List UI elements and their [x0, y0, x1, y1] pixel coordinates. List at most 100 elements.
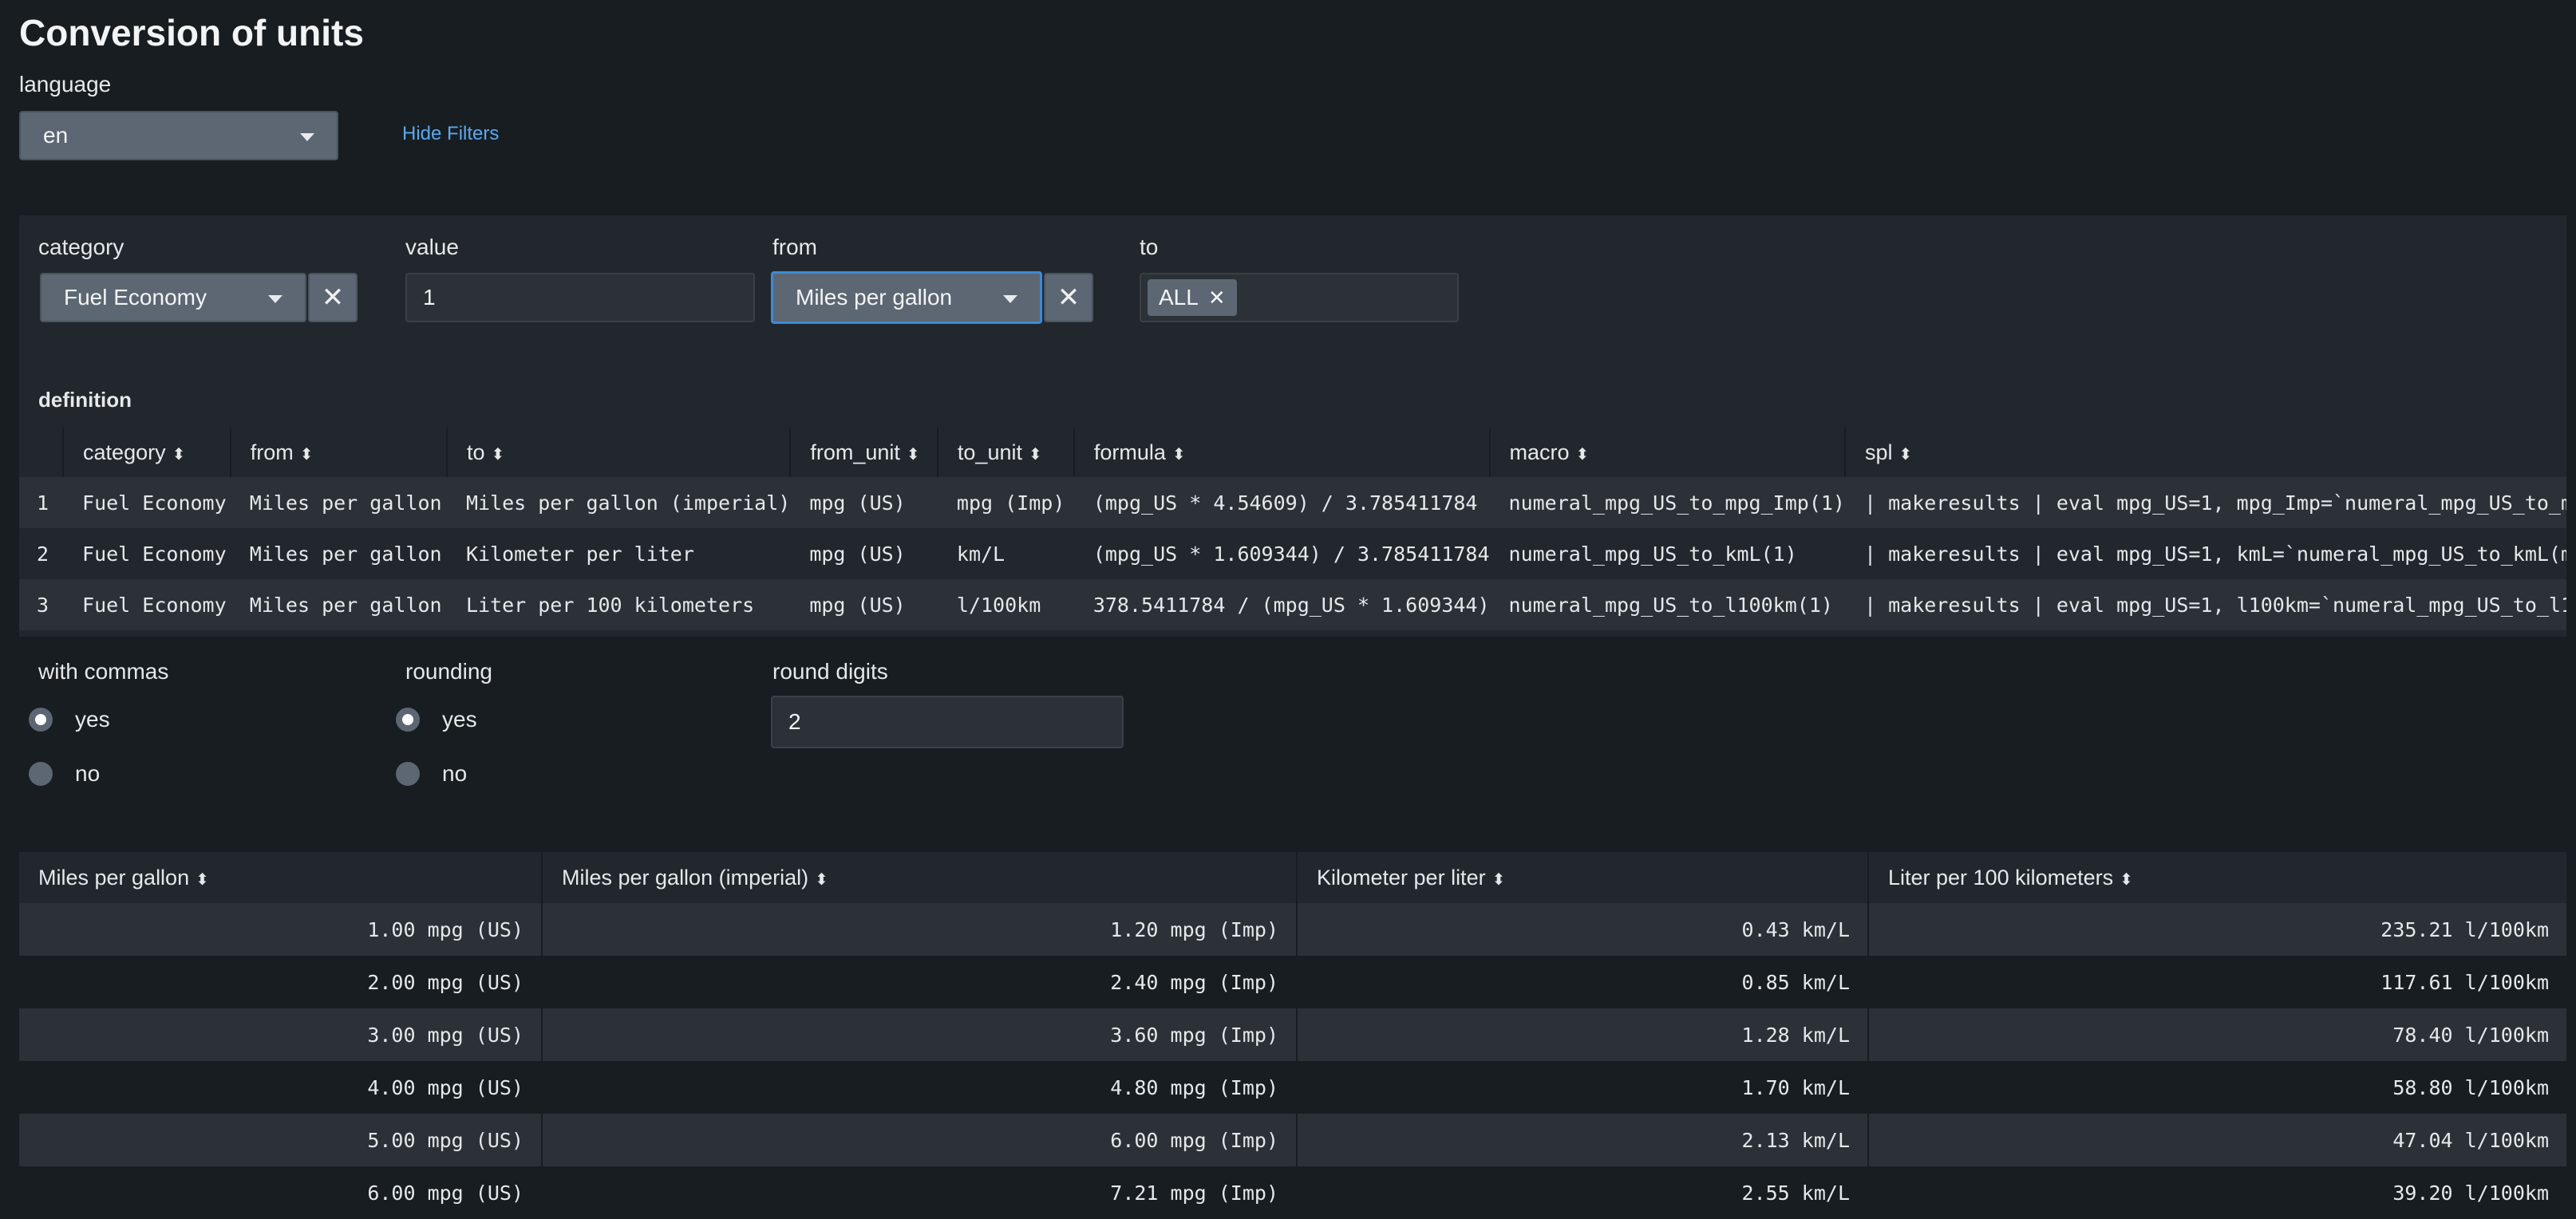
column-header-from[interactable]: from ⬍ — [229, 428, 447, 477]
column-header-to-unit[interactable]: to_unit ⬍ — [936, 428, 1074, 477]
cell: 78.40 l/100km — [1867, 1008, 2566, 1061]
language-dropdown[interactable]: en — [19, 111, 338, 160]
cell: mpg (US) — [790, 579, 938, 630]
cell: 2 — [19, 528, 64, 579]
cell: 4.00 mpg (US) — [19, 1061, 542, 1114]
hide-filters-link[interactable]: Hide Filters — [402, 123, 499, 145]
cell: Miles per gallon — [230, 477, 447, 528]
table-row[interactable]: 3 Fuel Economy Miles per gallon Liter pe… — [19, 579, 2566, 630]
round-digits-input[interactable]: 2 — [771, 696, 1124, 748]
column-header-to[interactable]: to ⬍ — [445, 428, 791, 477]
rounding-no-radio[interactable]: no — [396, 761, 467, 787]
table-row[interactable]: 3.00 mpg (US) 3.60 mpg (Imp) 1.28 km/L 7… — [19, 1008, 2566, 1061]
cell: mpg (US) — [790, 477, 938, 528]
cell: Kilometer per liter — [446, 528, 791, 579]
column-header-spl[interactable]: spl ⬍ — [1844, 428, 2566, 477]
definition-header-row: category ⬍ from ⬍ to ⬍ from_unit ⬍ to_unit ⬍ … — [19, 428, 2566, 477]
with-commas-label: with commas — [38, 659, 169, 684]
column-header-category[interactable]: category ⬍ — [62, 428, 231, 477]
cell: mpg (US) — [790, 528, 938, 579]
category-clear-button[interactable]: ✕ — [308, 273, 358, 322]
radio-label: no — [442, 761, 468, 786]
sort-icon: ⬍ — [1898, 445, 1913, 464]
cell: Fuel Economy — [63, 579, 231, 630]
sort-icon: ⬍ — [815, 870, 828, 889]
cell: | makeresults | eval mpg_US=1, l100km=`n… — [1845, 579, 2566, 630]
from-dropdown[interactable]: Miles per gallon — [771, 271, 1042, 324]
cell: 117.61 l/100km — [1867, 956, 2566, 1008]
radio-selected-icon — [396, 708, 420, 732]
rounding-yes-radio[interactable]: yes — [396, 707, 477, 732]
radio-label: yes — [75, 707, 110, 732]
sort-icon: ⬍ — [2120, 870, 2133, 889]
chevron-down-icon — [268, 295, 282, 303]
table-row[interactable]: 2.00 mpg (US) 2.40 mpg (Imp) 0.85 km/L 1… — [19, 956, 2566, 1008]
cell: Miles per gallon — [230, 579, 447, 630]
radio-label: yes — [442, 707, 477, 732]
column-header-mpg-imp[interactable]: Miles per gallon (imperial) ⬍ — [541, 852, 1297, 903]
table-row[interactable]: 1.00 mpg (US) 1.20 mpg (Imp) 0.43 km/L 2… — [19, 903, 2566, 956]
cell: Liter per 100 kilometers — [446, 579, 791, 630]
sort-icon: ⬍ — [172, 445, 186, 464]
cell: numeral_mpg_US_to_mpg_Imp(1) — [1489, 477, 1845, 528]
sort-icon: ⬍ — [906, 445, 920, 464]
from-value: Miles per gallon — [796, 285, 953, 310]
column-header-l100km[interactable]: Liter per 100 kilometers ⬍ — [1867, 852, 2566, 903]
table-row[interactable]: 4.00 mpg (US) 4.80 mpg (Imp) 1.70 km/L 5… — [19, 1061, 2566, 1114]
cell: 1.00 mpg (US) — [19, 903, 542, 956]
definition-title: definition — [38, 388, 132, 412]
cell: l/100km — [937, 579, 1074, 630]
column-header-formula[interactable]: formula ⬍ — [1073, 428, 1490, 477]
chip-remove-icon[interactable]: ✕ — [1208, 286, 1226, 310]
sort-icon: ⬍ — [491, 445, 505, 464]
cell: 2.00 mpg (US) — [19, 956, 542, 1008]
language-value: en — [43, 123, 69, 148]
with-commas-yes-radio[interactable]: yes — [29, 707, 110, 732]
cell: (mpg_US * 1.609344) / 3.785411784 — [1073, 528, 1490, 579]
sort-icon: ⬍ — [1171, 445, 1186, 464]
cell: 5.00 mpg (US) — [19, 1114, 542, 1166]
column-header-from-unit[interactable]: from_unit ⬍ — [789, 428, 938, 477]
value-input[interactable]: 1 — [405, 273, 755, 322]
cell: 1.70 km/L — [1296, 1061, 1868, 1114]
results-table: Miles per gallon ⬍ Miles per gallon (impe… — [19, 852, 2566, 1219]
cell: 1.20 mpg (Imp) — [541, 903, 1297, 956]
table-row[interactable]: 1 Fuel Economy Miles per gallon Miles pe… — [19, 477, 2566, 528]
with-commas-no-radio[interactable]: no — [29, 761, 100, 787]
cell: 4.80 mpg (Imp) — [541, 1061, 1297, 1114]
cell: 6.00 mpg (US) — [19, 1166, 542, 1219]
table-row[interactable]: 2 Fuel Economy Miles per gallon Kilomete… — [19, 528, 2566, 579]
column-header-macro[interactable]: macro ⬍ — [1488, 428, 1845, 477]
column-header-kml[interactable]: Kilometer per liter ⬍ — [1296, 852, 1868, 903]
category-label: category — [38, 235, 124, 259]
cell: numeral_mpg_US_to_l100km(1) — [1489, 579, 1845, 630]
category-dropdown[interactable]: Fuel Economy — [40, 273, 306, 322]
cell: Miles per gallon — [230, 528, 447, 579]
cell: 47.04 l/100km — [1867, 1114, 2566, 1166]
radio-label: no — [75, 761, 101, 786]
table-row[interactable]: 5.00 mpg (US) 6.00 mpg (Imp) 2.13 km/L 4… — [19, 1114, 2566, 1166]
to-label: to — [1140, 235, 1159, 259]
sort-icon: ⬍ — [196, 870, 209, 889]
cell: 39.20 l/100km — [1867, 1166, 2566, 1219]
cell: 7.21 mpg (Imp) — [541, 1166, 1297, 1219]
from-clear-button[interactable]: ✕ — [1044, 273, 1093, 322]
column-header-mpg-us[interactable]: Miles per gallon ⬍ — [19, 852, 542, 903]
cell: 1 — [19, 477, 64, 528]
language-label: language — [19, 72, 112, 97]
cell: numeral_mpg_US_to_kmL(1) — [1489, 528, 1845, 579]
chip-label: ALL — [1159, 285, 1199, 310]
cell: | makeresults | eval mpg_US=1, kmL=`nume… — [1845, 528, 2566, 579]
cell: 235.21 l/100km — [1867, 903, 2566, 956]
radio-unselected-icon — [29, 762, 53, 786]
cell: 0.85 km/L — [1296, 956, 1868, 1008]
sort-icon: ⬍ — [1575, 445, 1590, 464]
cell: mpg (Imp) — [937, 477, 1074, 528]
cell: km/L — [937, 528, 1074, 579]
sort-icon: ⬍ — [299, 445, 314, 464]
to-multiselect[interactable]: ALL ✕ — [1140, 273, 1459, 322]
cell: 3 — [19, 579, 64, 630]
chevron-down-icon — [300, 133, 314, 141]
table-row[interactable]: 6.00 mpg (US) 7.21 mpg (Imp) 2.55 km/L 3… — [19, 1166, 2566, 1219]
chevron-down-icon — [1003, 295, 1017, 303]
